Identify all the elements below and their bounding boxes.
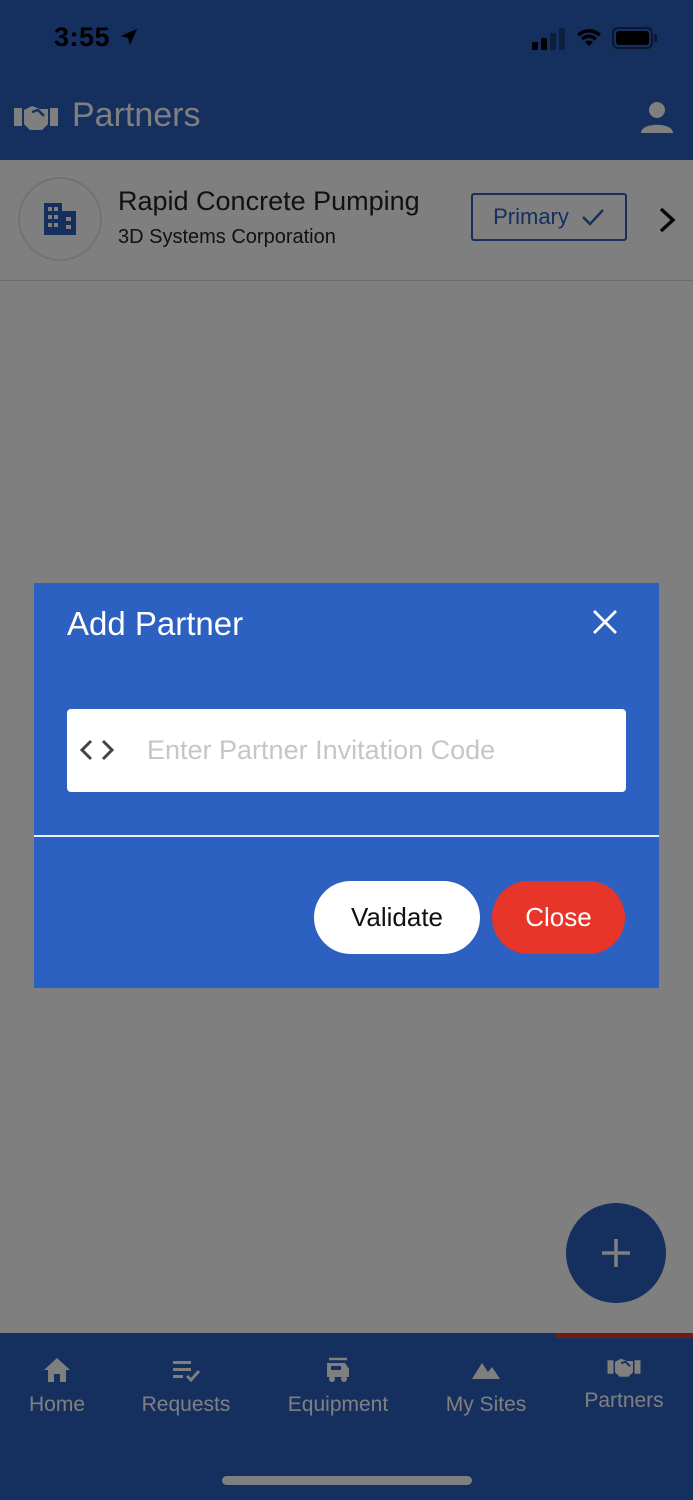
validate-button[interactable]: Validate bbox=[314, 881, 480, 954]
close-button[interactable]: Close bbox=[492, 881, 625, 954]
dialog-divider bbox=[34, 835, 659, 837]
code-brackets-icon bbox=[79, 739, 115, 761]
invitation-code-field bbox=[67, 709, 626, 792]
add-partner-dialog: Add Partner Validate Close bbox=[34, 583, 659, 988]
close-icon[interactable] bbox=[590, 607, 620, 637]
dialog-title: Add Partner bbox=[67, 605, 244, 642]
invitation-code-input[interactable] bbox=[147, 709, 617, 792]
